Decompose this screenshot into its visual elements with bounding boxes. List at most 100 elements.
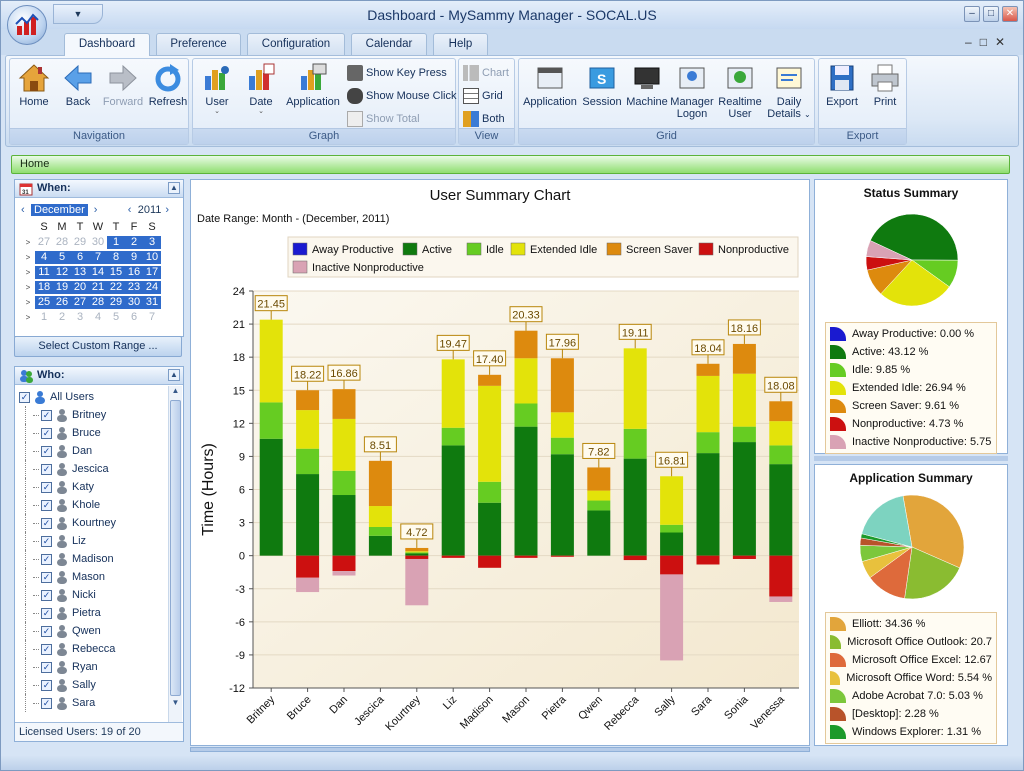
calendar-day[interactable]: 29 [107, 296, 125, 309]
tree-item-user[interactable]: ✓ Mason [19, 568, 169, 586]
checkbox[interactable]: ✓ [41, 427, 52, 439]
tree-item-user[interactable]: ✓ Ryan [19, 658, 169, 676]
checkbox[interactable]: ✓ [41, 463, 52, 475]
checkbox[interactable]: ✓ [41, 445, 52, 457]
prev-year-icon[interactable]: ‹ [128, 204, 138, 216]
scroll-down-icon[interactable]: ▼ [169, 698, 182, 710]
graph-date-button[interactable]: Date ⌄ [241, 62, 281, 115]
chart-splitter[interactable] [190, 747, 810, 752]
graph-user-button[interactable]: User ⌄ [197, 62, 237, 115]
checkbox[interactable]: ✓ [41, 607, 52, 619]
when-collapse-button[interactable]: ▲ [168, 182, 180, 194]
tab-help[interactable]: Help [433, 33, 488, 55]
calendar-day[interactable]: 28 [53, 236, 71, 249]
calendar-day[interactable]: 28 [89, 296, 107, 309]
calendar-day[interactable]: 17 [143, 266, 161, 279]
checkbox[interactable]: ✓ [41, 589, 52, 601]
close-button[interactable]: ✕ [1002, 6, 1018, 22]
week-selector[interactable]: > [21, 281, 35, 294]
grid-realtime-user-button[interactable]: Realtime User [717, 62, 763, 120]
calendar-day[interactable]: 14 [89, 266, 107, 279]
grid-manager-logon-button[interactable]: Manager Logon [669, 62, 715, 120]
view-chart-button[interactable]: Chart [463, 65, 509, 81]
calendar-day[interactable]: 18 [35, 281, 53, 294]
calendar-day[interactable]: 2 [53, 311, 71, 324]
grid-machine-button[interactable]: Machine [625, 62, 669, 108]
scroll-up-icon[interactable]: ▲ [169, 386, 182, 398]
breadcrumb[interactable]: Home [11, 155, 1010, 174]
app-menu-button[interactable] [7, 5, 47, 45]
grid-daily-details-button[interactable]: Daily Details ⌄ [765, 62, 813, 120]
checkbox[interactable]: ✓ [41, 517, 52, 529]
calendar-day[interactable]: 26 [53, 296, 71, 309]
view-grid-button[interactable]: Grid [463, 88, 503, 104]
calendar-day[interactable]: 20 [71, 281, 89, 294]
home-button[interactable]: Home [14, 62, 54, 108]
checkbox[interactable]: ✓ [41, 571, 52, 583]
calendar-day[interactable]: 5 [107, 311, 125, 324]
week-selector[interactable]: > [21, 251, 35, 264]
checkbox[interactable]: ✓ [41, 679, 52, 691]
checkbox[interactable]: ✓ [41, 661, 52, 673]
user-list-scrollbar[interactable]: ▲ ▼ [168, 386, 182, 722]
tree-item-all-users[interactable]: ✓ All Users [19, 388, 169, 406]
calendar-day[interactable]: 1 [35, 311, 53, 324]
calendar-day[interactable]: 31 [143, 296, 161, 309]
calendar-day[interactable]: 1 [107, 236, 125, 249]
week-selector[interactable]: > [21, 296, 35, 309]
calendar-day[interactable]: 29 [71, 236, 89, 249]
week-selector[interactable]: > [21, 311, 35, 324]
calendar-day[interactable]: 21 [89, 281, 107, 294]
calendar-day[interactable]: 3 [71, 311, 89, 324]
calendar-day[interactable]: 7 [143, 311, 161, 324]
next-year-icon[interactable]: › [165, 204, 175, 216]
tree-item-user[interactable]: ✓ Britney [19, 406, 169, 424]
refresh-button[interactable]: Refresh [148, 62, 188, 108]
checkbox[interactable]: ✓ [41, 535, 52, 547]
show-mouse-click-button[interactable]: Show Mouse Click [347, 88, 456, 104]
checkbox[interactable]: ✓ [41, 643, 52, 655]
tree-item-user[interactable]: ✓ Liz [19, 532, 169, 550]
tree-item-user[interactable]: ✓ Qwen [19, 622, 169, 640]
week-selector[interactable]: > [21, 236, 35, 249]
tab-calendar[interactable]: Calendar [351, 33, 427, 55]
checkbox[interactable]: ✓ [41, 625, 52, 637]
checkbox[interactable]: ✓ [41, 553, 52, 565]
calendar-day[interactable]: 11 [35, 266, 53, 279]
tree-item-user[interactable]: ✓ Katy [19, 478, 169, 496]
minimize-button[interactable]: – [964, 6, 980, 22]
calendar-day[interactable]: 16 [125, 266, 143, 279]
tab-configuration[interactable]: Configuration [247, 33, 345, 55]
mdi-controls[interactable]: –□✕ [965, 35, 1013, 49]
checkbox[interactable]: ✓ [41, 499, 52, 511]
calendar-day[interactable]: 30 [89, 236, 107, 249]
calendar-day[interactable]: 9 [125, 251, 143, 264]
calendar-day[interactable]: 2 [125, 236, 143, 249]
calendar-day[interactable]: 8 [107, 251, 125, 264]
print-button[interactable]: Print [865, 62, 905, 108]
calendar-day[interactable]: 15 [107, 266, 125, 279]
checkbox[interactable]: ✓ [19, 391, 30, 403]
breadcrumb-home[interactable]: Home [20, 158, 49, 170]
tree-item-user[interactable]: ✓ Kourtney [19, 514, 169, 532]
calendar-day[interactable]: 27 [71, 296, 89, 309]
calendar-day[interactable]: 6 [71, 251, 89, 264]
checkbox[interactable]: ✓ [41, 481, 52, 493]
back-button[interactable]: Back [58, 62, 98, 108]
calendar-day[interactable]: 4 [89, 311, 107, 324]
forward-button[interactable]: Forward [100, 62, 146, 108]
month-selector[interactable]: December [31, 204, 88, 216]
calendar-day[interactable]: 22 [107, 281, 125, 294]
tree-item-user[interactable]: ✓ Madison [19, 550, 169, 568]
scroll-thumb[interactable] [170, 400, 181, 696]
who-collapse-button[interactable]: ▲ [168, 369, 180, 381]
checkbox[interactable]: ✓ [41, 409, 52, 421]
tree-item-user[interactable]: ✓ Sally [19, 676, 169, 694]
select-custom-range-button[interactable]: Select Custom Range ... [14, 336, 182, 357]
calendar-day[interactable]: 10 [143, 251, 161, 264]
tree-item-user[interactable]: ✓ Khole [19, 496, 169, 514]
calendar-day[interactable]: 6 [125, 311, 143, 324]
tab-preference[interactable]: Preference [156, 33, 241, 55]
year-selector[interactable]: 2011 [138, 204, 162, 216]
calendar-day[interactable]: 7 [89, 251, 107, 264]
